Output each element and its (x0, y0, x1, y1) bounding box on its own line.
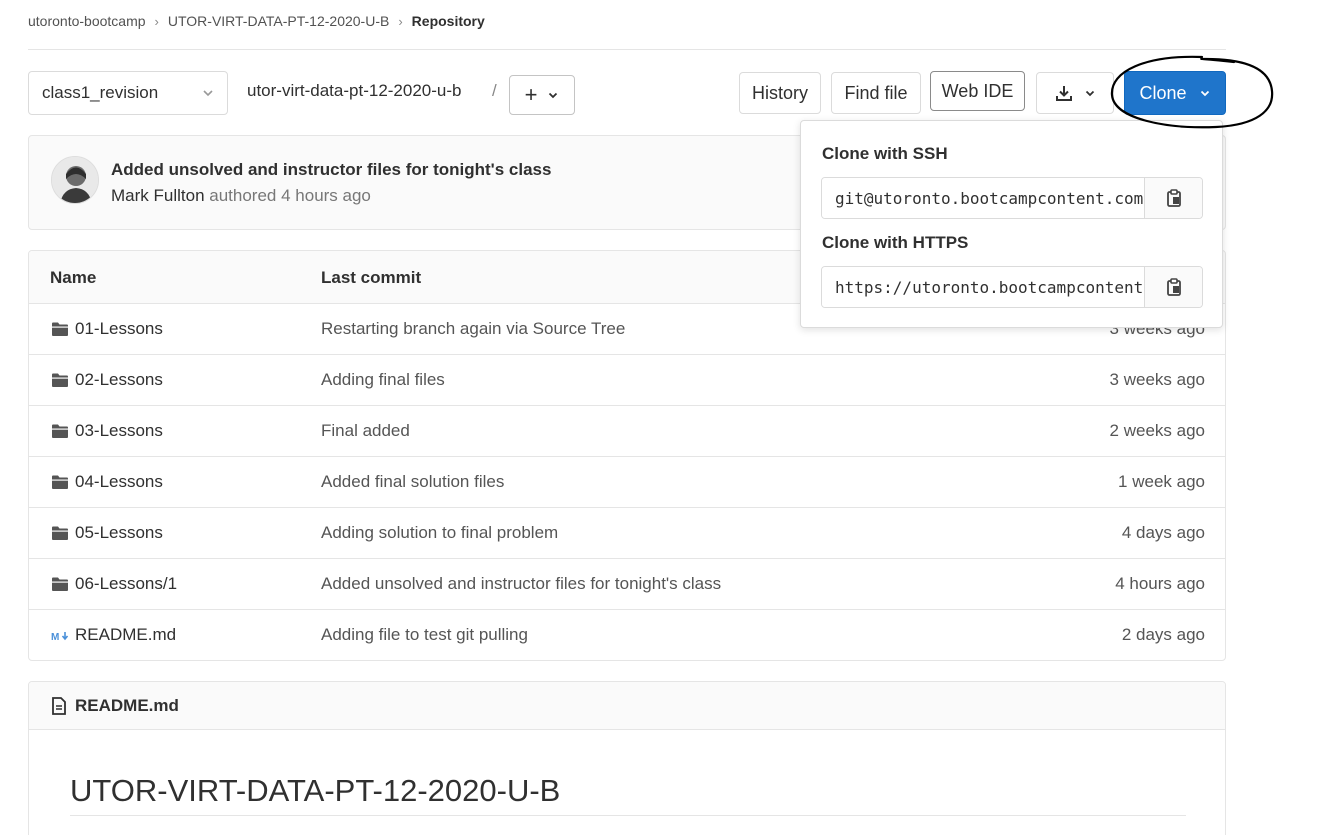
commit-author-line: Mark Fullton authored 4 hours ago (111, 186, 371, 206)
chevron-down-icon (1200, 90, 1209, 97)
clone-button-label: Clone (1139, 82, 1187, 103)
markdown-icon: M (51, 627, 69, 643)
file-name-link[interactable]: README.md (75, 625, 176, 645)
file-name-link[interactable]: 06-Lessons/1 (75, 574, 177, 594)
copy-ssh-button[interactable] (1144, 178, 1202, 218)
find-file-button[interactable]: Find file (831, 72, 921, 114)
folder-icon (51, 423, 69, 439)
readme-filename[interactable]: README.md (75, 696, 179, 716)
commit-message-link[interactable]: Restarting branch again via Source Tree (321, 319, 625, 339)
table-row[interactable]: M README.md Adding file to test git pullin… (29, 610, 1225, 660)
commit-time: authored 4 hours ago (209, 186, 371, 205)
web-ide-button[interactable]: Web IDE (930, 71, 1025, 111)
file-rows: 01-Lessons Restarting branch again via So… (29, 304, 1225, 660)
branch-name: class1_revision (42, 83, 159, 102)
folder-icon (51, 474, 69, 490)
table-row[interactable]: 06-Lessons/1 Added unsolved and instructo… (29, 559, 1225, 610)
folder-icon (51, 321, 69, 337)
readme-header: README.md (29, 682, 1225, 730)
readme-heading: UTOR-VIRT-DATA-PT-12-2020-U-B (70, 773, 561, 808)
commit-title-link[interactable]: Added unsolved and instructor files for … (111, 160, 551, 180)
file-name-link[interactable]: 03-Lessons (75, 421, 163, 441)
commit-age: 4 days ago (1121, 523, 1205, 542)
clone-ssh-field (821, 177, 1203, 219)
clone-https-input[interactable] (822, 267, 1144, 307)
file-name-link[interactable]: 01-Lessons (75, 319, 163, 339)
column-last-commit-header: Last commit (321, 268, 422, 287)
plus-icon: + (524, 82, 538, 107)
clipboard-icon (1166, 278, 1181, 296)
commit-message-link[interactable]: Adding solution to final problem (321, 523, 558, 543)
download-button[interactable] (1036, 72, 1114, 114)
clone-ssh-label: Clone with SSH (822, 144, 948, 163)
clone-https-label: Clone with HTTPS (822, 233, 969, 252)
folder-icon (51, 525, 69, 541)
clone-dropdown: Clone with SSH Clone with HTTPS (800, 120, 1223, 328)
file-name-link[interactable]: 04-Lessons (75, 472, 163, 492)
column-name-header: Name (50, 268, 97, 287)
copy-https-button[interactable] (1144, 267, 1202, 307)
path-separator: / (492, 81, 497, 100)
table-row[interactable]: 03-Lessons Final added 2 weeks ago (29, 406, 1225, 457)
file-name-link[interactable]: 02-Lessons (75, 370, 163, 390)
divider (70, 815, 1186, 816)
table-row[interactable]: 02-Lessons Adding final files 3 weeks ago (29, 355, 1225, 406)
commit-message-link[interactable]: Adding final files (321, 370, 445, 390)
clone-button[interactable]: Clone (1124, 71, 1226, 115)
breadcrumb-group-link[interactable]: utoronto-bootcamp (28, 13, 146, 29)
branch-select[interactable]: class1_revision (28, 71, 228, 115)
commit-message-link[interactable]: Adding file to test git pulling (321, 625, 528, 645)
avatar-image (52, 157, 98, 203)
commit-message-link[interactable]: Added unsolved and instructor files for … (321, 574, 721, 594)
download-icon (1056, 86, 1072, 101)
svg-text:M: M (51, 632, 59, 642)
table-row[interactable]: 05-Lessons Adding solution to final probl… (29, 508, 1225, 559)
commit-age: 3 weeks ago (1109, 370, 1205, 389)
add-to-tree-button[interactable]: + (509, 75, 575, 115)
folder-icon (51, 576, 69, 592)
chevron-down-icon (549, 92, 558, 99)
repo-path-link[interactable]: utor-virt-data-pt-12-2020-u-b (247, 81, 461, 101)
commit-age: 4 hours ago (1115, 574, 1205, 593)
commit-age: 2 days ago (1121, 625, 1205, 644)
chevron-down-icon (1085, 90, 1095, 97)
file-text-icon (52, 697, 66, 715)
chevron-right-icon: › (154, 13, 159, 29)
table-row[interactable]: 04-Lessons Added final solution files 1 we… (29, 457, 1225, 508)
chevron-down-icon (203, 90, 213, 97)
avatar[interactable] (51, 156, 99, 204)
breadcrumb-current[interactable]: Repository (412, 13, 485, 29)
breadcrumb-project-link[interactable]: UTOR-VIRT-DATA-PT-12-2020-U-B (168, 13, 389, 29)
clipboard-icon (1166, 189, 1181, 207)
commit-message-link[interactable]: Final added (321, 421, 410, 441)
clone-https-field (821, 266, 1203, 308)
history-button[interactable]: History (739, 72, 821, 114)
commit-author-link[interactable]: Mark Fullton (111, 186, 205, 205)
divider (28, 49, 1226, 50)
file-name-link[interactable]: 05-Lessons (75, 523, 163, 543)
commit-age: 1 week ago (1118, 472, 1205, 491)
folder-icon (51, 372, 69, 388)
commit-message-link[interactable]: Added final solution files (321, 472, 504, 492)
chevron-right-icon: › (398, 13, 403, 29)
breadcrumb: utoronto-bootcamp › UTOR-VIRT-DATA-PT-12… (28, 10, 485, 32)
clone-ssh-input[interactable] (822, 178, 1144, 218)
readme-panel: README.md UTOR-VIRT-DATA-PT-12-2020-U-B (28, 681, 1226, 835)
commit-age: 2 weeks ago (1109, 421, 1205, 440)
